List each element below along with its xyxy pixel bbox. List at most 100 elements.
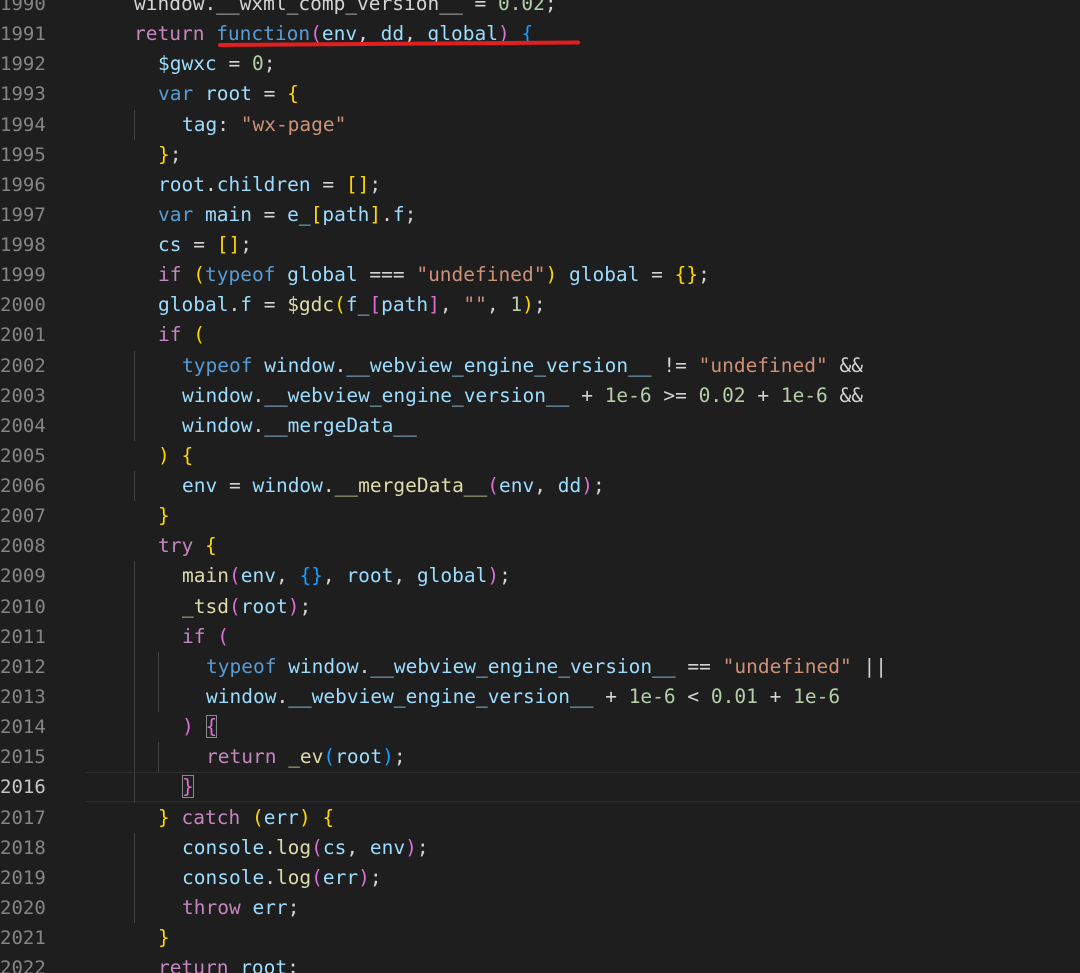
code-token: window xyxy=(182,383,253,407)
code-token: && xyxy=(827,353,863,377)
code-token: ) xyxy=(487,564,500,588)
code-line[interactable]: 1994 tag: "wx-page" xyxy=(0,110,1080,140)
current-line-highlight xyxy=(86,772,1080,803)
code-token: dd xyxy=(557,474,582,498)
code-token: != xyxy=(651,353,699,377)
code-token: = xyxy=(639,263,675,287)
code-line[interactable]: 2017} catch (err) { xyxy=(0,803,1080,833)
line-number: 1995 xyxy=(0,143,46,166)
code-line[interactable]: 2016} xyxy=(0,772,1080,803)
code-line[interactable]: 2007} xyxy=(0,501,1080,531)
code-text: root.children = []; xyxy=(158,170,381,200)
code-text: window.__wxml_comp_version__ = 0.02; xyxy=(134,0,557,19)
code-token: global xyxy=(416,564,488,588)
code-token: === xyxy=(357,263,417,287)
code-token: == xyxy=(675,654,723,678)
code-token: . xyxy=(358,654,371,678)
code-text: return root; xyxy=(158,953,299,973)
code-line[interactable]: 1993 var root = { xyxy=(0,79,1080,109)
code-line[interactable]: 2008 try { xyxy=(0,531,1080,561)
code-token: root xyxy=(240,956,288,973)
code-token: path xyxy=(381,293,429,317)
code-editor[interactable]: 1990 window.__wxml_comp_version__ = 0.02;… xyxy=(0,0,1080,973)
code-text: } xyxy=(182,772,194,802)
code-line[interactable]: 2022 return root; xyxy=(0,953,1080,973)
code-line[interactable]: 2011 if ( xyxy=(0,622,1080,652)
line-number: 2014 xyxy=(0,716,46,739)
line-number: 2011 xyxy=(0,625,46,648)
code-token: ( xyxy=(334,293,346,317)
code-token: console xyxy=(182,835,265,859)
code-line[interactable]: 1990 window.__wxml_comp_version__ = 0.02; xyxy=(0,0,1080,19)
code-token: _ev xyxy=(288,745,324,769)
code-line[interactable]: 1997 var main = e_[path].f; xyxy=(0,200,1080,230)
code-text: window.__mergeData__ xyxy=(182,411,417,441)
code-token: root xyxy=(335,745,383,769)
code-line[interactable]: 2015 return _ev(root); xyxy=(0,742,1080,772)
code-token: ; xyxy=(416,835,429,859)
code-line[interactable]: 1998 cs = []; xyxy=(0,230,1080,260)
code-line[interactable]: 2006 env = window.__mergeData__(env, dd); xyxy=(0,471,1080,501)
code-text: var root = { xyxy=(158,79,299,109)
line-number: 2000 xyxy=(0,294,46,317)
code-text: _tsd(root); xyxy=(182,592,311,622)
code-token: err xyxy=(322,865,359,889)
indent-guide xyxy=(134,471,135,502)
code-token: = xyxy=(251,293,288,317)
code-text: console.log(err); xyxy=(182,863,382,893)
code-line[interactable]: 1999 if (typeof global === "undefined") g… xyxy=(0,260,1080,290)
code-token: 1 xyxy=(510,293,523,317)
code-line[interactable]: 2013 window.__webview_engine_version__ + … xyxy=(0,682,1080,712)
code-token: err xyxy=(263,805,299,829)
code-line[interactable]: 2018 console.log(cs, env); xyxy=(0,833,1080,863)
code-token: { xyxy=(204,534,217,558)
code-token: global xyxy=(287,263,358,287)
code-token: ; xyxy=(499,564,511,588)
code-line[interactable]: 2019 console.log(err); xyxy=(0,863,1080,893)
code-token: = xyxy=(216,52,252,76)
code-token: , xyxy=(486,293,511,317)
code-token: _tsd xyxy=(182,594,229,618)
code-line[interactable]: 2001 if ( xyxy=(0,320,1080,350)
code-token: . xyxy=(252,383,265,407)
code-text: if ( xyxy=(182,622,229,652)
code-token: } xyxy=(158,142,170,166)
line-number: 2020 xyxy=(0,896,46,919)
code-line[interactable]: 1996 root.children = []; xyxy=(0,170,1080,200)
code-token: , xyxy=(393,564,417,588)
code-token: ) xyxy=(382,745,394,769)
code-line[interactable]: 2014) { xyxy=(0,712,1080,742)
code-token: tag xyxy=(182,112,218,136)
code-text: } catch (err) { xyxy=(158,803,334,833)
code-text: main(env, {}, root, global); xyxy=(182,561,511,591)
code-line[interactable]: 2021} xyxy=(0,923,1080,953)
code-line[interactable]: 2002 typeof window.__webview_engine_versi… xyxy=(0,351,1080,381)
code-token: { xyxy=(287,82,299,106)
code-token: = xyxy=(251,82,288,106)
code-line[interactable]: 2005) { xyxy=(0,441,1080,471)
code-token: window.__wxml_comp_version__ = xyxy=(134,0,498,15)
indent-guide xyxy=(134,350,135,441)
code-token: return xyxy=(134,22,217,46)
code-token: , xyxy=(346,835,370,859)
code-token: __mergeData__ xyxy=(264,413,417,437)
indent-guide xyxy=(158,742,159,773)
code-line[interactable]: 1995}; xyxy=(0,140,1080,170)
code-line[interactable]: 2003 window.__webview_engine_version__ + … xyxy=(0,381,1080,411)
line-number: 2022 xyxy=(0,957,46,973)
code-token: + xyxy=(745,383,781,407)
code-line[interactable]: 2020 throw err; xyxy=(0,893,1080,923)
code-token: "undefined" xyxy=(698,353,828,377)
code-token: 1e-6 xyxy=(780,383,828,407)
code-token: [] xyxy=(216,233,241,257)
code-line[interactable]: 2012 typeof window.__webview_engine_versi… xyxy=(0,652,1080,682)
line-number: 2008 xyxy=(0,535,46,558)
code-line[interactable]: 2009 main(env, {}, root, global); xyxy=(0,561,1080,591)
code-token: err xyxy=(252,895,288,919)
code-line[interactable]: 2010 _tsd(root); xyxy=(0,592,1080,622)
code-line[interactable]: 2004 window.__mergeData__ xyxy=(0,411,1080,441)
code-line[interactable]: 1992 $gwxc = 0; xyxy=(0,49,1080,79)
code-token: ) xyxy=(358,865,370,889)
code-line[interactable]: 2000 global.f = $gdc(f_[path], "", 1); xyxy=(0,290,1080,320)
code-token: . xyxy=(204,172,217,196)
